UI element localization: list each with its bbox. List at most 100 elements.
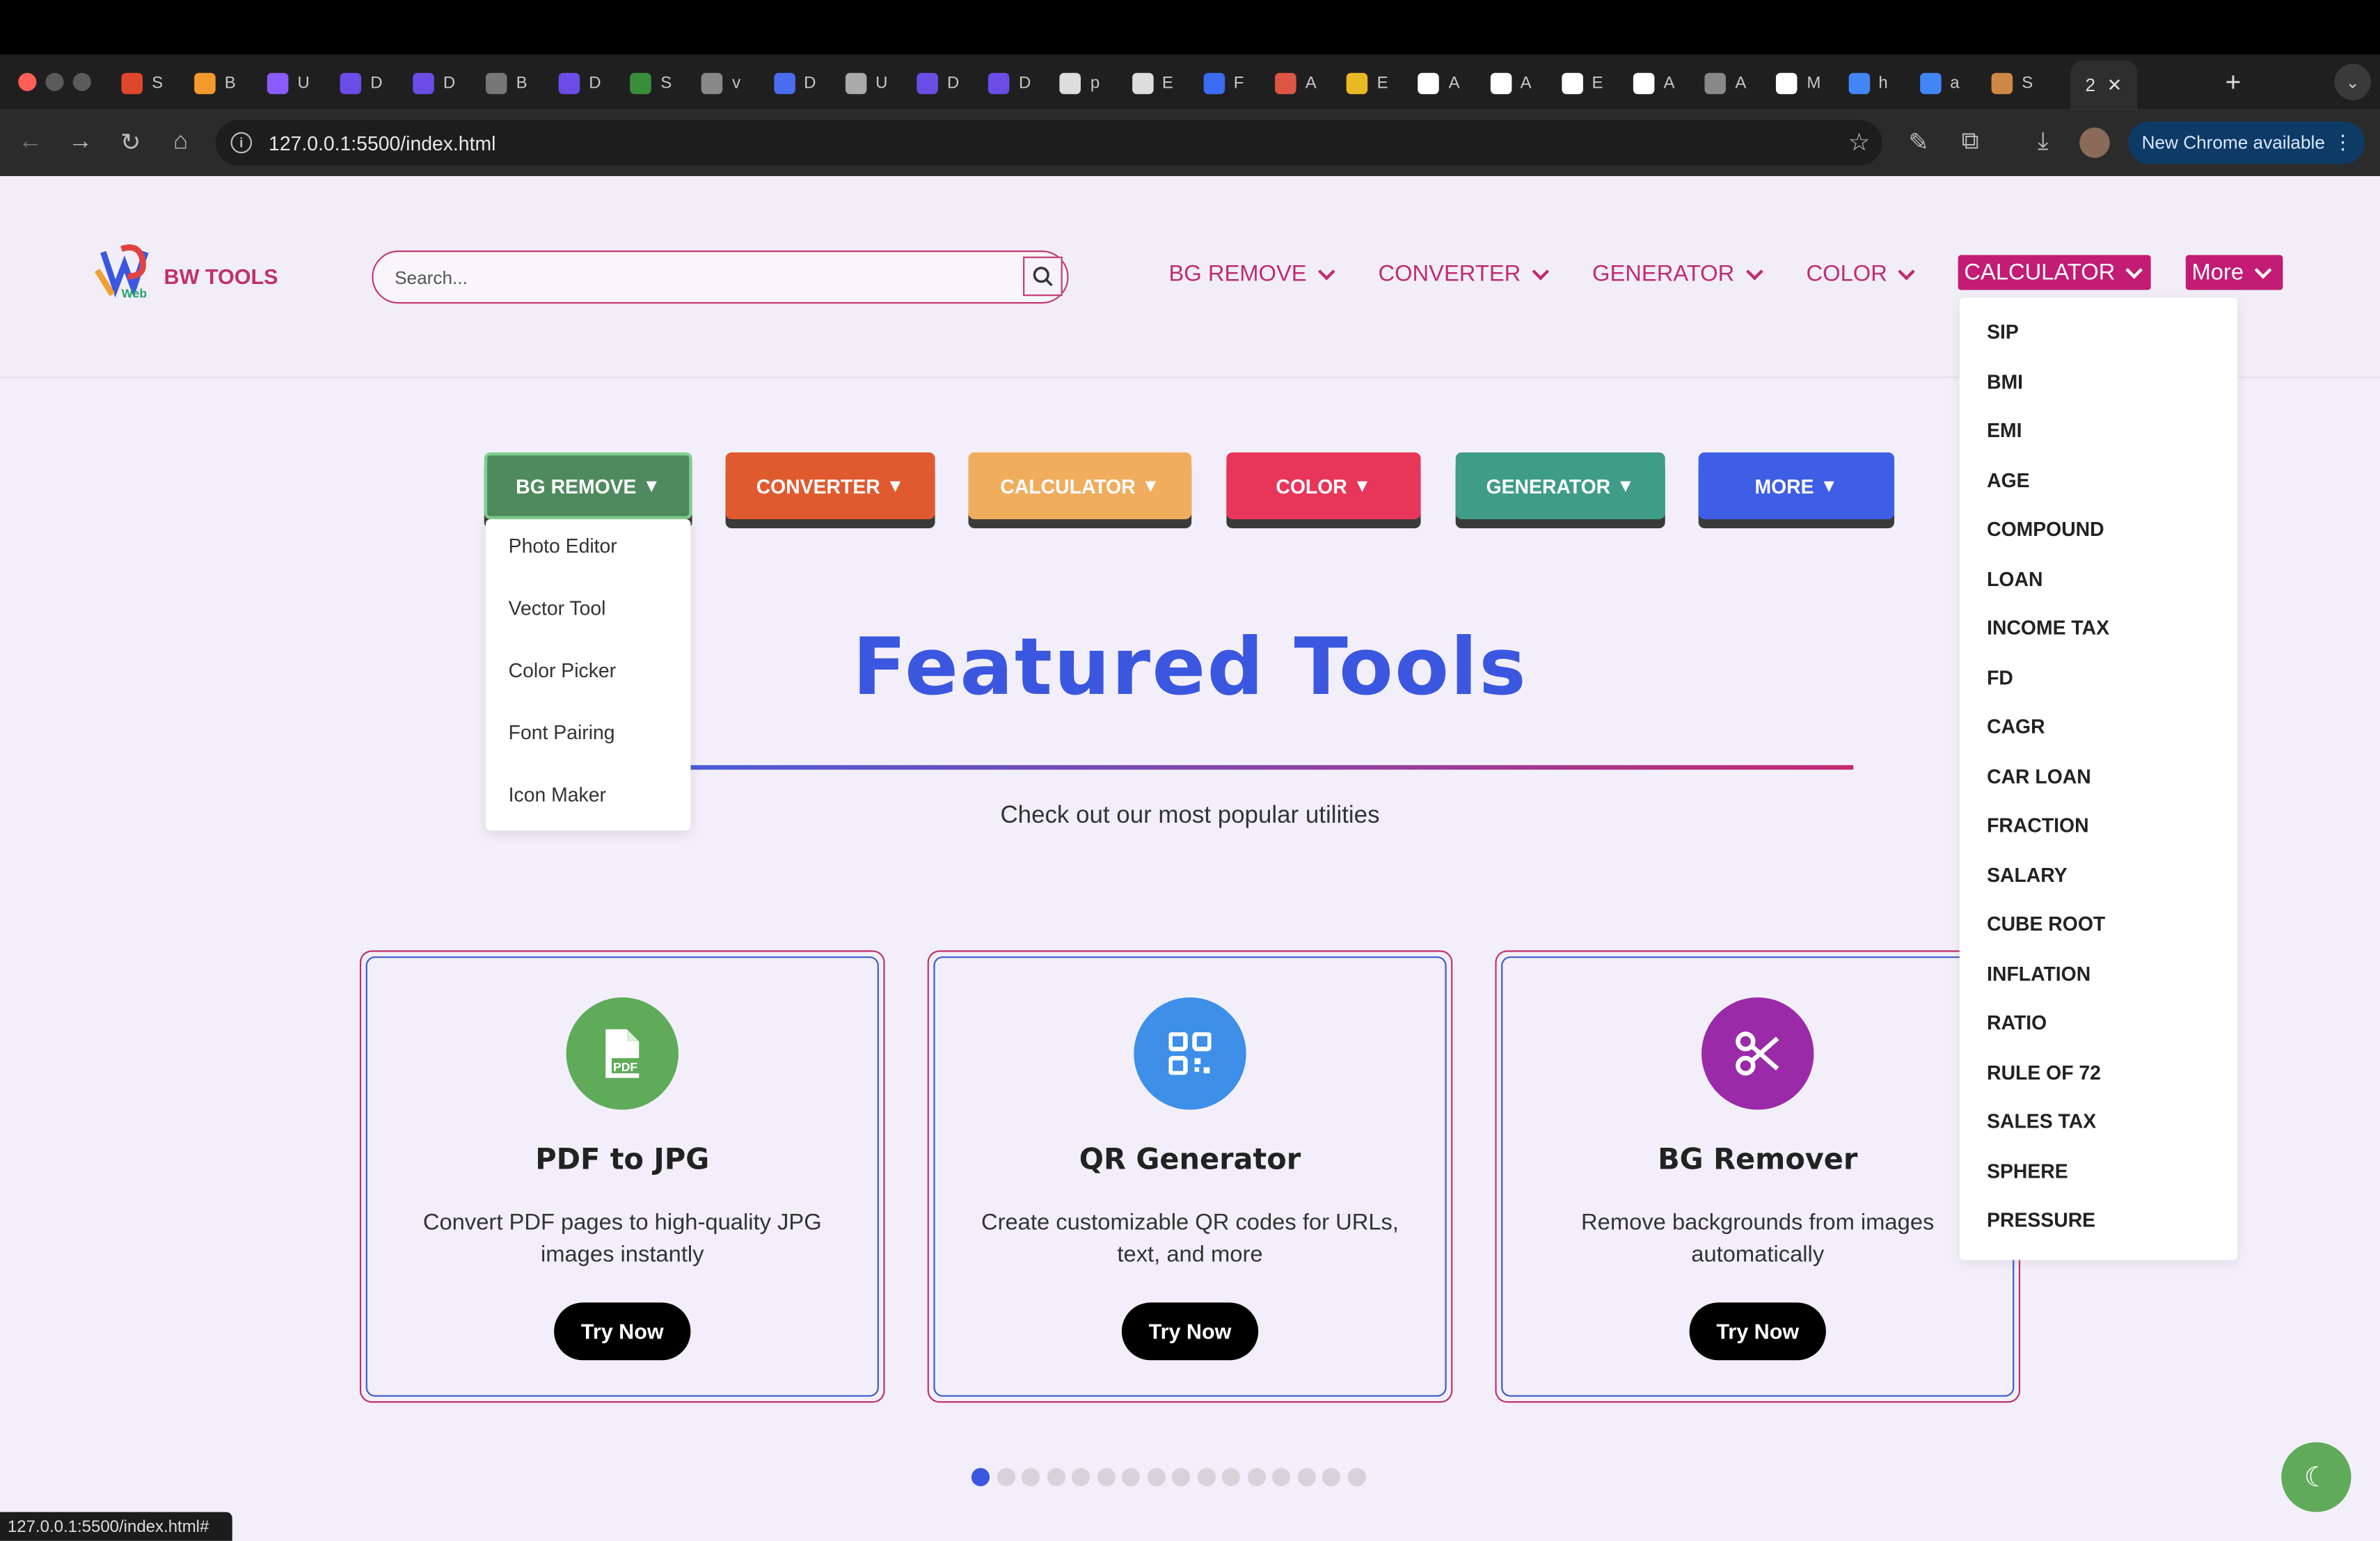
maximize-window-button[interactable] [72, 72, 91, 91]
carousel-dot[interactable] [971, 1468, 990, 1487]
browser-tab[interactable]: E [1340, 67, 1394, 100]
tab-search-button[interactable]: ⌄ [2334, 63, 2371, 100]
forward-arrow-icon[interactable]: → [62, 125, 98, 161]
calc-item-fd[interactable]: FD [1987, 667, 2013, 690]
close-tab-icon[interactable]: ✕ [2107, 74, 2123, 96]
browser-tab[interactable]: E [1555, 67, 1609, 100]
carousel-dot[interactable] [1146, 1468, 1166, 1487]
carousel-dot[interactable] [1271, 1468, 1290, 1487]
carousel-dot[interactable] [1322, 1468, 1340, 1487]
browser-tab[interactable]: D [407, 67, 461, 100]
calc-item-salary[interactable]: SALARY [1987, 864, 2068, 887]
browser-tab[interactable]: D [768, 67, 822, 100]
carousel-dot[interactable] [1071, 1468, 1090, 1487]
browser-tab[interactable]: E [1126, 67, 1180, 100]
browser-tab[interactable]: D [983, 67, 1037, 100]
carousel-dot[interactable] [1171, 1468, 1190, 1487]
browser-tab[interactable]: A [1412, 67, 1466, 100]
try-now-button[interactable]: Try Now [1121, 1302, 1259, 1361]
download-icon[interactable]: ⤓ [2025, 125, 2061, 161]
site-info-icon[interactable]: i [230, 132, 253, 154]
category-color-button[interactable]: COLOR ▼ [1226, 452, 1421, 519]
calc-item-rule-of-72[interactable]: RULE OF 72 [1987, 1061, 2101, 1084]
browser-tab[interactable]: F [1197, 67, 1250, 100]
tab-active[interactable]: 2 ✕ [2070, 61, 2138, 110]
bookmark-star-icon[interactable]: ☆ [1848, 127, 1870, 158]
search-button[interactable] [1023, 256, 1063, 297]
category-calculator-button[interactable]: CALCULATOR ▼ [968, 452, 1192, 519]
brand-name[interactable]: BW TOOLS [164, 264, 278, 289]
kebab-menu-icon[interactable]: ⋮ [2333, 131, 2352, 155]
browser-tab[interactable]: M [1770, 67, 1827, 100]
carousel-dot[interactable] [1096, 1468, 1116, 1487]
carousel-dot[interactable] [1121, 1468, 1141, 1487]
home-icon[interactable]: ⌂ [162, 125, 198, 161]
calc-item-cagr[interactable]: CAGR [1987, 715, 2045, 738]
calc-item-inflation[interactable]: INFLATION [1987, 963, 2091, 986]
carousel-dot[interactable] [1347, 1468, 1365, 1487]
carousel-dot[interactable] [1021, 1468, 1040, 1487]
dropdown-item-font-pairing[interactable]: Font Pairing [509, 721, 615, 744]
nav-converter[interactable]: CONVERTER [1378, 261, 1550, 287]
browser-tab[interactable]: B [188, 67, 241, 100]
nav-color[interactable]: COLOR [1807, 261, 1918, 287]
calc-item-sip[interactable]: SIP [1987, 320, 2019, 343]
dark-mode-toggle[interactable]: ☾ [2281, 1442, 2351, 1512]
calc-item-loan[interactable]: LOAN [1987, 568, 2042, 591]
nav-more[interactable]: More [2185, 255, 2283, 290]
carousel-dot[interactable] [1221, 1468, 1240, 1487]
browser-tab[interactable]: D [911, 67, 965, 100]
carousel-dot[interactable] [1296, 1468, 1315, 1487]
search-input[interactable] [395, 266, 1002, 288]
calc-item-pressure[interactable]: PRESSURE [1987, 1208, 2095, 1231]
nav-calculator[interactable]: CALCULATOR [1958, 255, 2152, 290]
category-more-button[interactable]: MORE ▼ [1698, 452, 1895, 519]
reload-icon[interactable]: ↻ [112, 125, 148, 161]
calc-item-cube-root[interactable]: CUBE ROOT [1987, 912, 2105, 935]
minimize-window-button[interactable] [45, 72, 64, 91]
browser-tab[interactable]: A [1699, 67, 1752, 100]
browser-tab[interactable]: h [1842, 67, 1894, 100]
browser-tab[interactable]: D [334, 67, 388, 100]
carousel-dot[interactable] [1046, 1468, 1065, 1487]
calc-item-bmi[interactable]: BMI [1987, 370, 2023, 393]
calc-item-income-tax[interactable]: INCOME TAX [1987, 617, 2109, 640]
browser-tab[interactable]: U [261, 67, 315, 100]
category-generator-button[interactable]: GENERATOR ▼ [1455, 452, 1665, 519]
calc-item-fraction[interactable]: FRACTION [1987, 814, 2089, 837]
dropdown-item-vector-tool[interactable]: Vector Tool [509, 596, 606, 619]
dropdown-item-color-picker[interactable]: Color Picker [509, 659, 616, 682]
calc-item-sphere[interactable]: SPHERE [1987, 1160, 2068, 1183]
eyedropper-extension-icon[interactable]: ✎ [1901, 125, 1937, 161]
browser-tab[interactable]: D [553, 67, 607, 100]
carousel-dot[interactable] [1196, 1468, 1215, 1487]
browser-tab[interactable]: A [1627, 67, 1681, 100]
category-bg-remove-button[interactable]: BG REMOVE ▼ [484, 452, 692, 519]
profile-avatar[interactable] [2079, 127, 2110, 158]
calc-item-emi[interactable]: EMI [1987, 419, 2022, 442]
browser-tab[interactable]: A [1484, 67, 1537, 100]
browser-tab[interactable]: S [1985, 67, 2039, 100]
extensions-puzzle-icon[interactable]: ⧉ [1952, 125, 1988, 161]
dropdown-item-photo-editor[interactable]: Photo Editor [509, 535, 617, 558]
close-window-button[interactable] [18, 72, 37, 91]
carousel-dot[interactable] [1246, 1468, 1265, 1487]
brand-logo[interactable]: Web [94, 243, 152, 301]
back-arrow-icon[interactable]: ← [12, 125, 48, 161]
calc-item-car-loan[interactable]: CAR LOAN [1987, 765, 2091, 788]
browser-tab[interactable]: S [116, 67, 169, 100]
category-converter-button[interactable]: CONVERTER ▼ [725, 452, 935, 519]
browser-tab[interactable]: v [696, 67, 747, 100]
nav-bg-remove[interactable]: BG REMOVE [1168, 261, 1337, 287]
browser-tab[interactable]: a [1914, 67, 1965, 100]
calc-item-age[interactable]: AGE [1987, 469, 2029, 492]
try-now-button[interactable]: Try Now [1689, 1302, 1826, 1361]
address-bar[interactable]: i 127.0.0.1:5500/index.html ☆ [215, 120, 1882, 166]
new-chrome-available-button[interactable]: New Chrome available ⋮ [2127, 121, 2365, 164]
try-now-button[interactable]: Try Now [554, 1302, 691, 1361]
carousel-dot[interactable] [996, 1468, 1015, 1487]
new-tab-button[interactable]: + [2226, 67, 2242, 99]
dropdown-item-icon-maker[interactable]: Icon Maker [509, 783, 606, 806]
calc-item-ratio[interactable]: RATIO [1987, 1011, 2047, 1034]
calc-item-sales-tax[interactable]: SALES TAX [1987, 1109, 2096, 1132]
